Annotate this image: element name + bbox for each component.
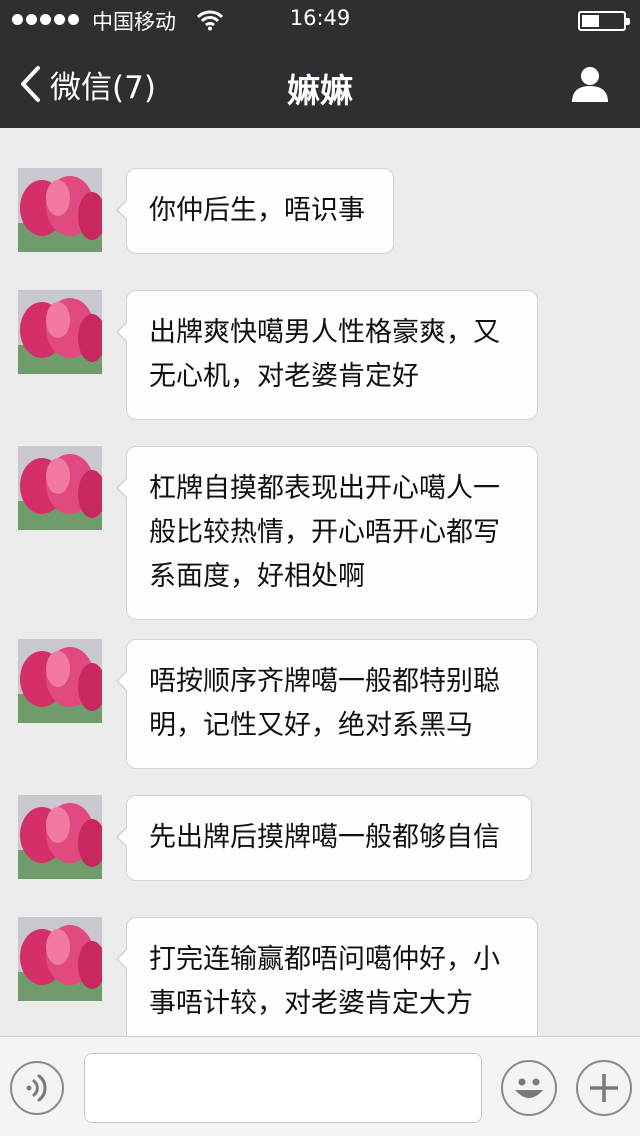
tulip-avatar-image (18, 917, 102, 1001)
message-bubble[interactable]: 唔按顺序齐牌噶一般都特别聪明，记性又好，绝对系黑马 (116, 639, 538, 769)
message-text: 唔按顺序齐牌噶一般都特别聪明，记性又好，绝对系黑马 (149, 666, 500, 741)
smiley-icon (515, 1078, 543, 1098)
message-text: 杠牌自摸都表现出开心噶人一般比较热情，开心唔开心都写系面度，好相处啊 (149, 473, 500, 592)
message-input[interactable] (84, 1053, 482, 1123)
plus-icon (590, 1074, 618, 1102)
voice-icon (26, 1074, 47, 1102)
tulip-avatar-image (18, 290, 102, 374)
message-bubble[interactable]: 先出牌后摸牌噶一般都够自信 (116, 795, 532, 881)
message-bubble[interactable]: 你仲后生，唔识事 (116, 168, 394, 254)
voice-button[interactable] (10, 1061, 64, 1115)
tulip-avatar-image (18, 446, 102, 530)
navigation-bar: 微信(7) 嫲嫲 (0, 40, 640, 128)
tulip-avatar-image (18, 795, 102, 879)
avatar[interactable] (18, 168, 102, 252)
avatar[interactable] (18, 290, 102, 374)
chat-title: 嫲嫲 (287, 71, 353, 110)
avatar[interactable] (18, 795, 102, 879)
avatar[interactable] (18, 446, 102, 530)
message-bubble[interactable]: 出牌爽快噶男人性格豪爽，又无心机，对老婆肯定好 (116, 290, 538, 420)
status-time: 16:49 (289, 6, 351, 30)
message-text: 你仲后生，唔识事 (149, 195, 365, 226)
input-toolbar (0, 1036, 640, 1136)
message-text: 先出牌后摸牌噶一般都够自信 (149, 822, 500, 853)
message-bubble[interactable]: 杠牌自摸都表现出开心噶人一般比较热情，开心唔开心都写系面度，好相处啊 (116, 446, 538, 620)
battery-icon (578, 11, 630, 31)
avatar[interactable] (18, 917, 102, 1001)
message-text: 出牌爽快噶男人性格豪爽，又无心机，对老婆肯定好 (149, 317, 500, 392)
person-icon[interactable] (570, 64, 610, 104)
message-bubble[interactable]: 打完连输赢都唔问噶仲好，小事唔计较，对老婆肯定大方 (116, 917, 538, 1036)
header: 中国移动 16:49 微信(7) 嫲嫲 (0, 0, 640, 128)
tulip-avatar-image (18, 168, 102, 252)
avatar[interactable] (18, 639, 102, 723)
more-button[interactable] (576, 1060, 632, 1116)
message-list[interactable]: 你仲后生，唔识事 出牌爽快噶男人性格豪爽，又无心机，对老婆肯定好 杠牌自摸都表现… (0, 128, 640, 1036)
emoji-button[interactable] (501, 1060, 557, 1116)
tulip-avatar-image (18, 639, 102, 723)
status-bar: 中国移动 16:49 (0, 0, 640, 40)
message-text: 打完连输赢都唔问噶仲好，小事唔计较，对老婆肯定大方 (149, 944, 500, 1019)
